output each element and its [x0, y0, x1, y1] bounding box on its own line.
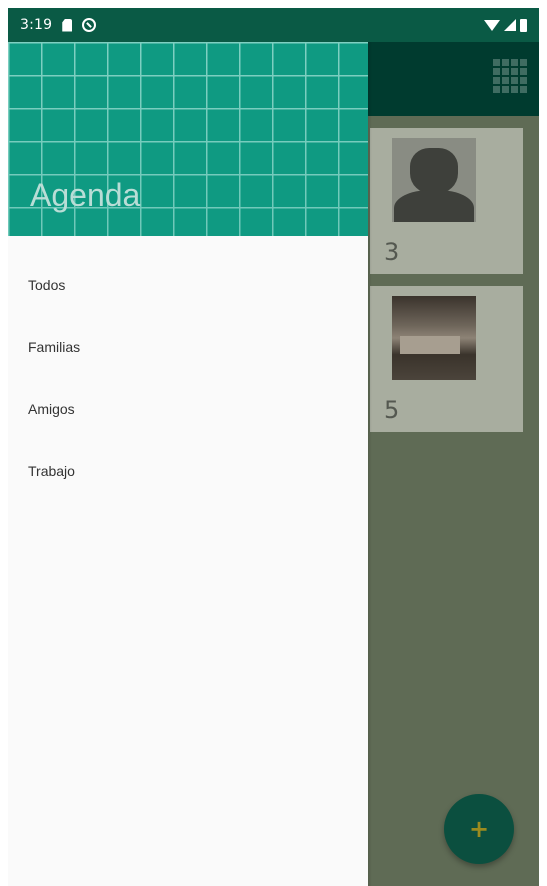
- person-placeholder-icon: [392, 138, 476, 222]
- menu-item-familias[interactable]: Familias: [8, 316, 368, 378]
- phone-screen: 3:19 3 5 + Agenda Todos Familias Amigos …: [8, 8, 539, 886]
- status-bar: 3:19: [8, 8, 539, 42]
- menu-item-amigos[interactable]: Amigos: [8, 378, 368, 440]
- status-time: 3:19: [20, 17, 53, 33]
- drawer-menu: Todos Familias Amigos Trabajo: [8, 254, 368, 502]
- status-left: 3:19: [20, 17, 97, 33]
- card-count: 3: [384, 238, 400, 266]
- room-photo-thumbnail: [392, 296, 476, 380]
- status-right: [484, 18, 527, 32]
- contact-card[interactable]: 5: [370, 286, 523, 432]
- drawer-edge-shadow: [368, 42, 372, 886]
- menu-item-todos[interactable]: Todos: [8, 254, 368, 316]
- plus-icon: +: [468, 815, 490, 843]
- card-count: 5: [384, 396, 400, 424]
- sync-icon: [82, 18, 97, 32]
- signal-icon: [504, 19, 516, 31]
- wifi-icon: [484, 19, 500, 31]
- navigation-drawer: Agenda Todos Familias Amigos Trabajo: [8, 42, 368, 886]
- grid-view-icon[interactable]: [493, 59, 527, 93]
- add-fab-button[interactable]: +: [444, 794, 514, 864]
- drawer-header: Agenda: [8, 42, 368, 236]
- drawer-title: Agenda: [30, 177, 141, 213]
- menu-item-trabajo[interactable]: Trabajo: [8, 440, 368, 502]
- contact-card[interactable]: 3: [370, 128, 523, 274]
- sd-card-icon: [62, 18, 73, 32]
- battery-icon: [520, 18, 527, 32]
